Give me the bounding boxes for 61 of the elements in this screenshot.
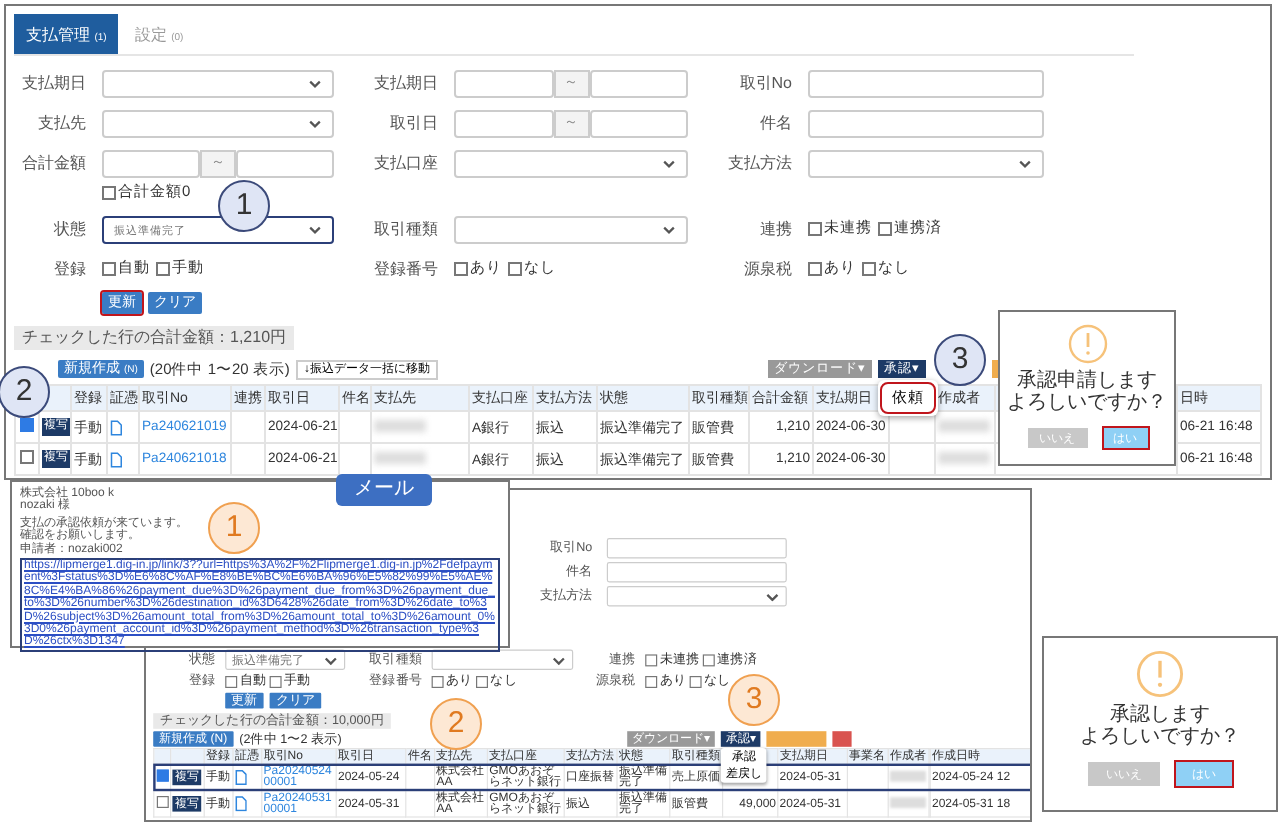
toolbar-button[interactable] [766,731,827,747]
warning-icon [1136,650,1184,698]
field-label: 源泉税 [742,258,792,282]
chevron-icon [765,593,780,602]
field-label: 登録番号 [372,258,438,282]
field-label: 合計金額 [20,152,86,176]
row-checkbox[interactable] [156,769,169,782]
field-label: 取引日 [388,112,438,136]
row-checkbox[interactable] [20,418,34,432]
input-field[interactable] [808,110,1044,138]
dialog-message: 承認します [1108,704,1212,726]
blurred-text [890,770,926,782]
row-checkbox[interactable] [20,450,34,464]
input-field[interactable] [454,70,553,98]
chevron-icon [662,226,676,234]
dialog-message: よろしいですか？ [1080,726,1240,748]
blurred-text [938,451,990,463]
row-checkbox[interactable] [156,796,169,808]
field-label: 支払先 [36,112,86,136]
input-field[interactable] [589,70,688,98]
warning-icon [1067,324,1107,364]
input-field[interactable] [606,562,787,583]
field-label: 連携 [758,218,792,242]
chevron-icon [308,226,322,234]
field-label: 支払方法 [726,152,792,176]
field-label: 支払期日 [20,72,86,96]
chevron-icon [308,120,322,128]
blurred-text [374,419,426,431]
select-field[interactable] [808,150,1044,178]
chevron-icon [551,656,566,666]
select-field[interactable] [102,70,334,98]
input-field[interactable] [589,110,688,138]
email-tag: メール [336,474,432,506]
input-field[interactable] [236,150,334,178]
select-field[interactable] [454,216,688,244]
select-field[interactable] [606,586,787,607]
dialog-message: 承認申請します [1015,370,1159,392]
chevron-icon [308,80,322,88]
checked-total: チェックした行の合計金額：1,210円 [14,326,295,350]
dialog-message: よろしいですか？ [1007,392,1167,414]
field-label: 登録 [52,258,86,282]
chevron-icon [662,160,676,168]
select-field[interactable] [431,649,574,670]
select-field[interactable] [454,150,688,178]
blurred-text [938,419,990,431]
toolbar-button[interactable] [832,731,852,747]
chevron-icon [1018,160,1032,168]
select-field[interactable] [102,110,334,138]
input-field[interactable] [102,150,200,178]
chevron-icon [323,656,338,666]
field-label: 支払期日 [372,72,438,96]
input-field[interactable] [606,538,787,559]
field-label: 状態 [52,218,86,242]
field-label: 件名 [758,112,792,136]
input-field[interactable] [454,110,553,138]
field-label: 取引種類 [372,218,438,242]
blurred-text [374,451,426,463]
field-label: 支払口座 [372,152,438,176]
blurred-text [890,796,926,808]
field-label: 取引No [737,72,792,96]
input-field[interactable] [808,70,1044,98]
